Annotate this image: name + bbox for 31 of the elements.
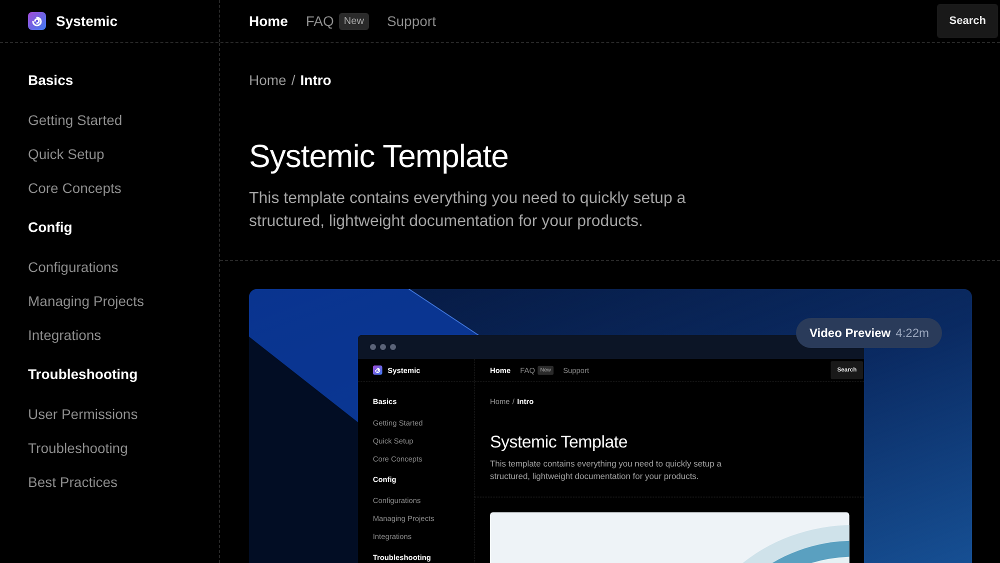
section-heading: Troubleshooting: [28, 366, 138, 384]
nav-link[interactable]: FAQ: [306, 13, 334, 29]
sidebar-item[interactable]: Managing Projects: [28, 293, 144, 313]
sidebar-item[interactable]: Getting Started: [28, 112, 122, 132]
sidebar-item[interactable]: Integrations: [28, 327, 102, 347]
page-title: Systemic Template: [490, 432, 628, 452]
page-description: This template contains everything you need to quickly setup a structured, lightweight documentation for your products.: [490, 458, 722, 482]
new-badge: New: [338, 12, 369, 30]
nav-link[interactable]: Support: [386, 13, 436, 29]
logo-icon: [28, 12, 46, 30]
sidebar-item[interactable]: Core Concepts: [28, 180, 122, 200]
breadcrumb-separator: /: [291, 72, 296, 88]
sidebar-item[interactable]: User Permissions: [28, 406, 138, 426]
sidebar-item[interactable]: Quick Setup: [28, 146, 104, 166]
video-duration: 4:22m: [896, 326, 929, 340]
video-preview-pill[interactable]: Video Preview 4:22m: [796, 318, 942, 348]
sidebar-item[interactable]: Best Practices: [28, 474, 118, 494]
nav-link[interactable]: Home: [249, 13, 288, 29]
search-button[interactable]: Search: [937, 4, 998, 38]
brand-name: Systemic: [56, 13, 118, 29]
page-title: Systemic Template: [249, 138, 510, 175]
logo-icon: [372, 365, 382, 375]
section-heading: Basics: [28, 72, 74, 90]
page-description: This template contains everything you need to quickly setup a structured, lightweight documentation for your products.: [249, 189, 687, 232]
breadcrumb-link[interactable]: Home: [249, 72, 286, 88]
sidebar-item[interactable]: Configurations: [28, 259, 118, 279]
window-dots-icon: [370, 344, 396, 350]
section-heading: Config: [28, 219, 72, 237]
sidebar-item[interactable]: Troubleshooting: [28, 440, 128, 460]
breadcrumb-link[interactable]: Intro: [300, 72, 332, 88]
video-label: Video Preview: [809, 326, 891, 340]
